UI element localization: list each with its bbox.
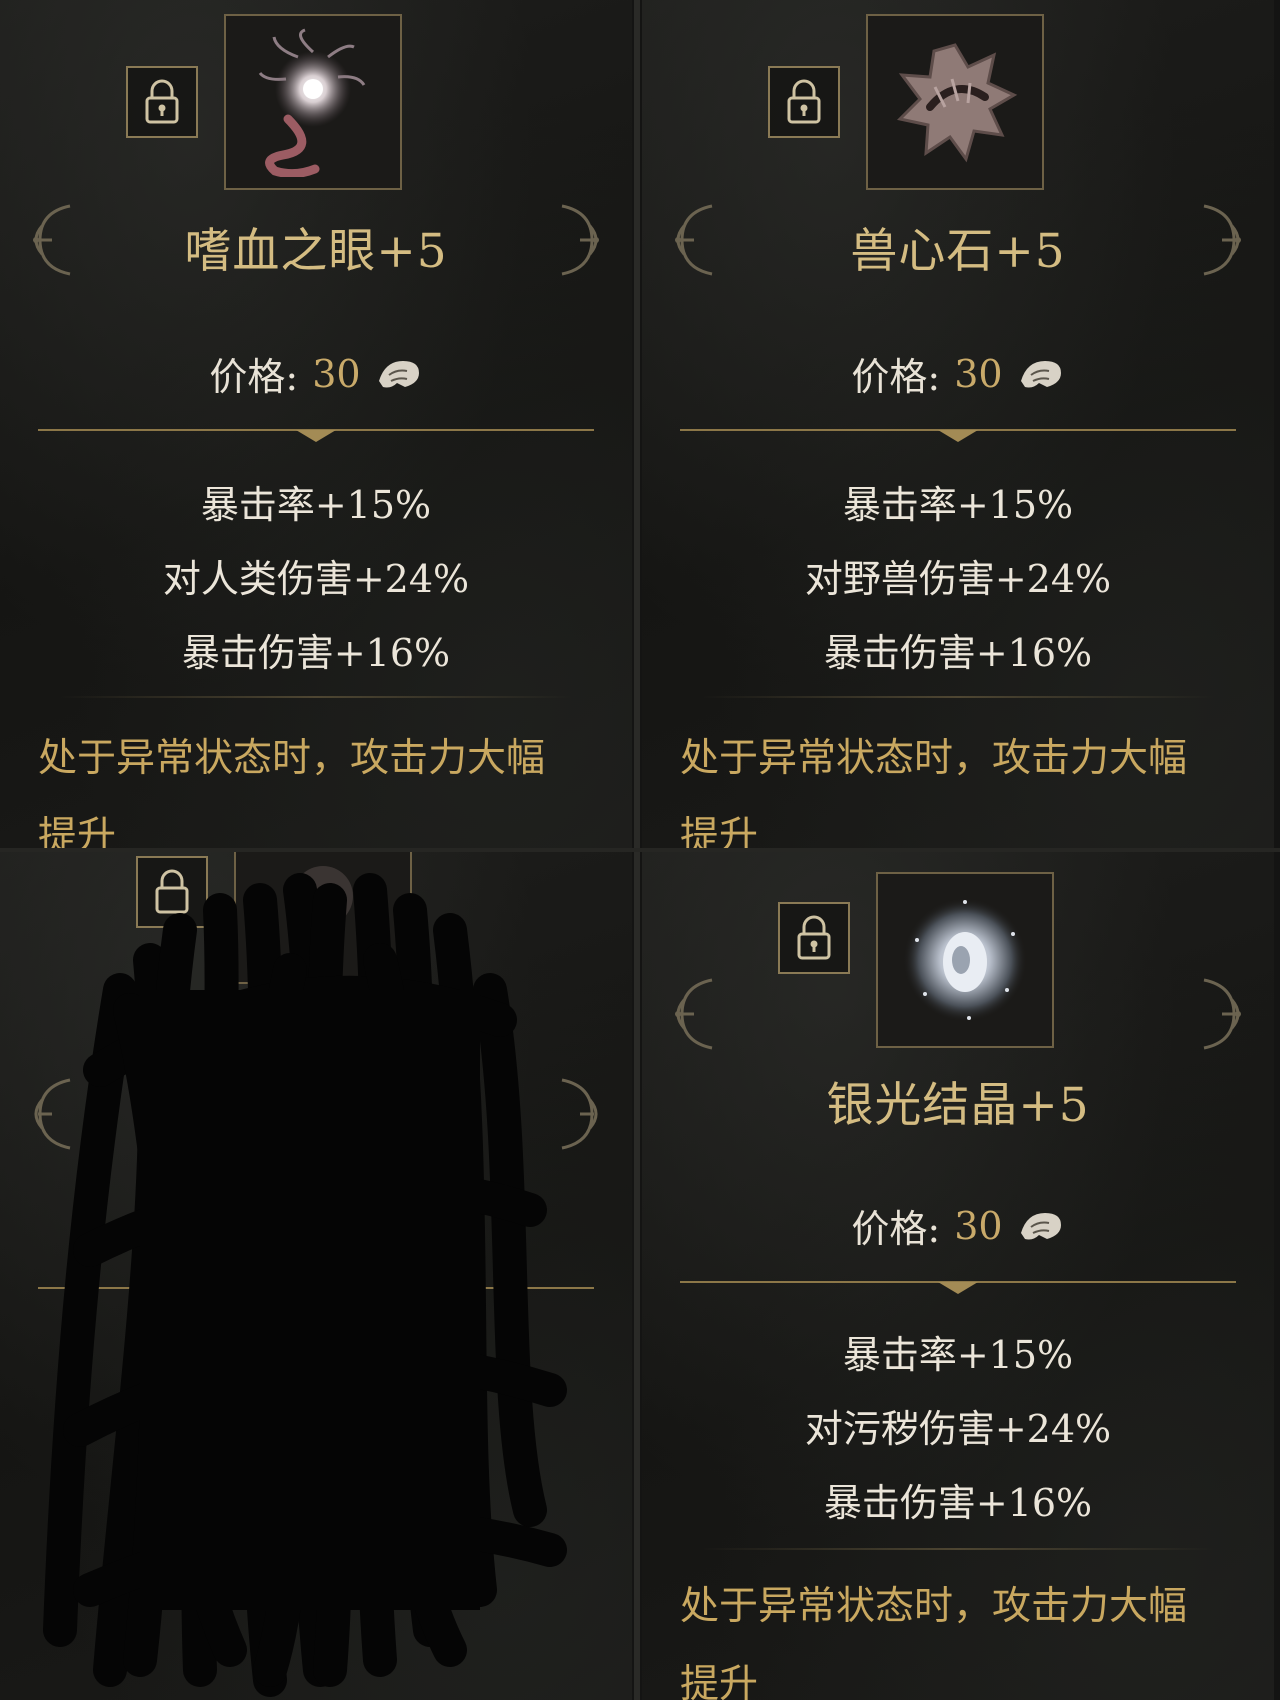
lock-toggle-button[interactable] bbox=[768, 66, 840, 138]
item-description: 处于异常状态时，攻击力大幅 提升 bbox=[680, 720, 1252, 848]
censor-scribble bbox=[43, 873, 567, 1697]
description-line: 处于异常状态时，攻击力大幅 bbox=[680, 1584, 1188, 1629]
faint-separator bbox=[702, 1548, 1214, 1550]
description-line: 处于异常状态时，攻击力大幅 bbox=[680, 736, 1188, 781]
padlock-icon bbox=[797, 915, 831, 960]
price-value: 30 bbox=[954, 351, 1003, 396]
description-line: 提升 bbox=[38, 814, 117, 848]
stat-line: 暴击率+15% bbox=[842, 483, 1074, 527]
description-line: 提升 bbox=[680, 1662, 759, 1700]
item-description: 处于异常状态时，攻击力大幅 提升 bbox=[680, 1568, 1252, 1700]
item-card-beast-heart-stone[interactable]: 兽心石+5 价格: 30 暴击率+15% 对野兽伤害+24% 暴击伤害+16% … bbox=[642, 0, 1274, 848]
stat-line: 暴击率+15% bbox=[200, 483, 432, 527]
beast-heart-stone-icon bbox=[896, 43, 1018, 163]
padlock-icon bbox=[787, 79, 821, 124]
stat-line: 对人类伤害+24% bbox=[162, 557, 470, 601]
price-value: 30 bbox=[312, 351, 361, 396]
item-name: 嗜血之眼+5 bbox=[184, 224, 448, 279]
price-label: 价格: bbox=[851, 1207, 941, 1251]
price-row: 价格: 30 bbox=[642, 1198, 1274, 1253]
price-row: 价格: 30 bbox=[642, 346, 1274, 401]
item-icon-frame[interactable] bbox=[866, 14, 1044, 190]
stat-list: 暴击率+15% 对野兽伤害+24% 暴击伤害+16% bbox=[642, 468, 1274, 690]
stat-line: 对野兽伤害+24% bbox=[804, 557, 1112, 601]
faint-separator bbox=[702, 696, 1214, 698]
item-comparison-screen: 嗜血之眼+5 价格: 30 暴击率+15% 对人类伤害+24% 暴击伤害+16%… bbox=[0, 0, 1280, 1700]
price-label: 价格: bbox=[851, 355, 941, 399]
silver-crystal-icon bbox=[903, 898, 1027, 1022]
item-card-bloodthirst-eye[interactable]: 嗜血之眼+5 价格: 30 暴击率+15% 对人类伤害+24% 暴击伤害+16%… bbox=[0, 0, 632, 848]
item-icon-frame[interactable] bbox=[876, 872, 1054, 1048]
gold-separator bbox=[680, 429, 1236, 442]
price-value: 30 bbox=[954, 1203, 1003, 1248]
faint-separator bbox=[60, 696, 572, 698]
currency-icon bbox=[1020, 1212, 1061, 1239]
lock-toggle-button[interactable] bbox=[126, 66, 198, 138]
description-line: 处于异常状态时，攻击力大幅 bbox=[38, 736, 546, 781]
lock-toggle-button[interactable] bbox=[778, 902, 850, 974]
item-icon-frame[interactable] bbox=[224, 14, 402, 190]
eye-tentacle-icon bbox=[258, 28, 366, 177]
gold-separator bbox=[38, 429, 594, 442]
right-ornament bbox=[1203, 978, 1241, 1050]
currency-icon bbox=[1020, 360, 1061, 387]
currency-icon bbox=[378, 360, 419, 387]
price-row: 价格: 30 bbox=[0, 346, 632, 401]
censor-scribble-overlay bbox=[30, 870, 590, 1700]
stat-line: 对污秽伤害+24% bbox=[804, 1407, 1112, 1451]
item-name: 兽心石+5 bbox=[850, 224, 1066, 279]
item-card-silver-crystal[interactable]: 银光结晶+5 价格: 30 暴击率+15% 对污秽伤害+24% 暴击伤害+16%… bbox=[642, 852, 1274, 1700]
stat-line: 暴击伤害+16% bbox=[181, 631, 451, 675]
stat-list: 暴击率+15% 对污秽伤害+24% 暴击伤害+16% bbox=[642, 1318, 1274, 1540]
description-line: 提升 bbox=[680, 814, 759, 848]
gold-separator bbox=[680, 1281, 1236, 1294]
stat-line: 暴击伤害+16% bbox=[823, 631, 1093, 675]
price-label: 价格: bbox=[209, 355, 299, 399]
stat-list: 暴击率+15% 对人类伤害+24% 暴击伤害+16% bbox=[0, 468, 632, 690]
padlock-icon bbox=[145, 79, 179, 124]
stat-line: 暴击伤害+16% bbox=[823, 1481, 1093, 1525]
item-name: 银光结晶+5 bbox=[826, 1078, 1090, 1133]
item-description: 处于异常状态时，攻击力大幅 提升 bbox=[38, 720, 610, 848]
left-ornament bbox=[675, 978, 713, 1050]
stat-line: 暴击率+15% bbox=[842, 1333, 1074, 1377]
